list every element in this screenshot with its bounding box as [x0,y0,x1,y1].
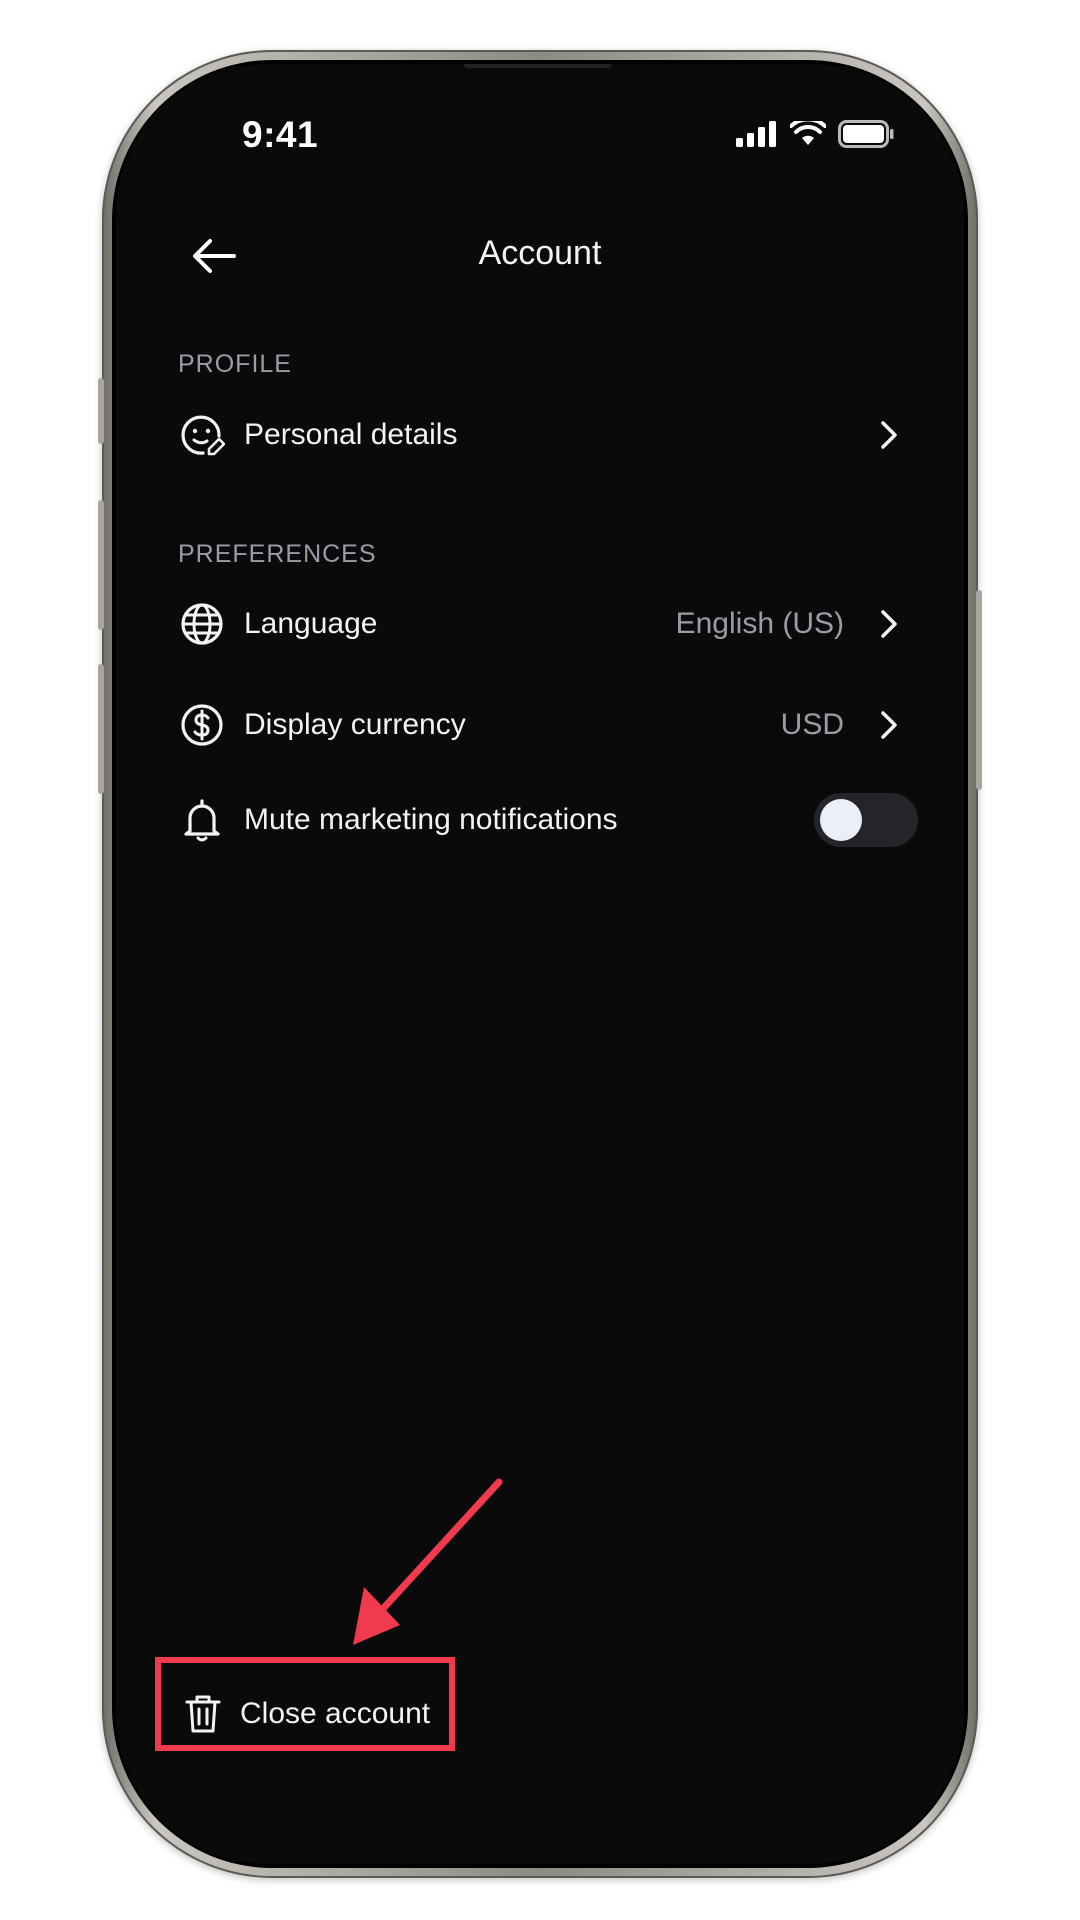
section-label-profile: PROFILE [178,350,292,378]
globe-icon [178,600,226,648]
display-currency-label: Display currency [244,708,466,741]
face-edit-icon [178,411,226,459]
action-button [98,378,104,444]
list-item-personal-details[interactable]: Personal details [178,395,918,475]
language-value: English (US) [675,607,844,640]
mute-marketing-label: Mute marketing notifications [244,803,618,836]
page-title: Account [478,234,602,272]
status-time: 9:41 [242,114,319,155]
battery-icon [838,120,894,148]
highlight-box [155,1657,455,1751]
bell-icon [178,796,226,844]
chevron-right-icon [874,705,904,745]
cellular-signal-icon [736,121,776,147]
list-item-display-currency[interactable]: Display currency USD [178,685,918,765]
list-item-language[interactable]: Language English (US) [178,584,918,664]
chevron-right-icon [874,604,904,644]
list-item-mute-marketing: Mute marketing notifications [178,780,918,860]
phone-screen: 9:41 Account PROFILE Personal details PR… [116,64,964,1864]
chevron-right-icon [874,415,904,455]
dollar-circle-icon [178,701,226,749]
volume-up-button [98,500,104,630]
language-label: Language [244,607,378,640]
status-icons [736,120,894,148]
wifi-icon [790,121,826,145]
personal-details-label: Personal details [244,418,458,451]
display-currency-value: USD [780,708,844,741]
section-label-preferences: PREFERENCES [178,540,377,568]
power-button [976,590,982,790]
mute-marketing-toggle[interactable] [814,793,918,847]
sensor-housing [464,64,612,68]
toggle-knob [820,799,862,841]
volume-down-button [98,664,104,794]
